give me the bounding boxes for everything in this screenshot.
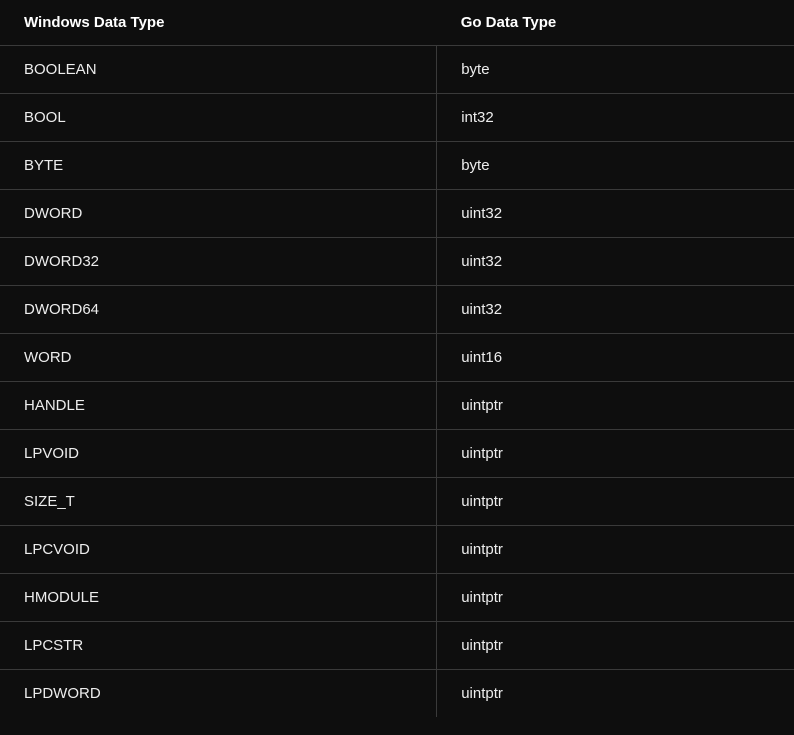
table-row: LPVOIDuintptr — [0, 430, 794, 478]
cell-windows-type: BOOL — [0, 94, 437, 142]
cell-go-type: uintptr — [437, 622, 794, 670]
cell-windows-type: HANDLE — [0, 382, 437, 430]
cell-windows-type: WORD — [0, 334, 437, 382]
table-row: HANDLEuintptr — [0, 382, 794, 430]
cell-windows-type: HMODULE — [0, 574, 437, 622]
table-row: BYTEbyte — [0, 142, 794, 190]
table-row: WORDuint16 — [0, 334, 794, 382]
cell-go-type: uintptr — [437, 670, 794, 718]
cell-go-type: uint32 — [437, 286, 794, 334]
table-row: DWORD64uint32 — [0, 286, 794, 334]
header-windows-type: Windows Data Type — [0, 0, 437, 46]
cell-go-type: uint32 — [437, 190, 794, 238]
cell-windows-type: LPDWORD — [0, 670, 437, 718]
cell-go-type: uintptr — [437, 574, 794, 622]
cell-go-type: uintptr — [437, 430, 794, 478]
table-row: DWORDuint32 — [0, 190, 794, 238]
cell-go-type: uintptr — [437, 478, 794, 526]
type-mapping-table-container: Windows Data Type Go Data Type BOOLEANby… — [0, 0, 794, 717]
cell-windows-type: DWORD64 — [0, 286, 437, 334]
cell-windows-type: DWORD32 — [0, 238, 437, 286]
table-row: LPCSTRuintptr — [0, 622, 794, 670]
table-row: LPCVOIDuintptr — [0, 526, 794, 574]
cell-go-type: byte — [437, 142, 794, 190]
cell-windows-type: BYTE — [0, 142, 437, 190]
cell-go-type: uint32 — [437, 238, 794, 286]
cell-go-type: uint16 — [437, 334, 794, 382]
header-go-type: Go Data Type — [437, 0, 794, 46]
table-row: BOOLint32 — [0, 94, 794, 142]
table-row: LPDWORDuintptr — [0, 670, 794, 718]
cell-windows-type: SIZE_T — [0, 478, 437, 526]
cell-go-type: uintptr — [437, 526, 794, 574]
cell-windows-type: DWORD — [0, 190, 437, 238]
cell-go-type: uintptr — [437, 382, 794, 430]
cell-go-type: byte — [437, 46, 794, 94]
cell-windows-type: LPVOID — [0, 430, 437, 478]
cell-windows-type: LPCVOID — [0, 526, 437, 574]
table-header-row: Windows Data Type Go Data Type — [0, 0, 794, 46]
table-row: HMODULEuintptr — [0, 574, 794, 622]
cell-windows-type: BOOLEAN — [0, 46, 437, 94]
type-mapping-table: Windows Data Type Go Data Type BOOLEANby… — [0, 0, 794, 717]
table-row: BOOLEANbyte — [0, 46, 794, 94]
cell-go-type: int32 — [437, 94, 794, 142]
cell-windows-type: LPCSTR — [0, 622, 437, 670]
table-row: SIZE_Tuintptr — [0, 478, 794, 526]
table-row: DWORD32uint32 — [0, 238, 794, 286]
